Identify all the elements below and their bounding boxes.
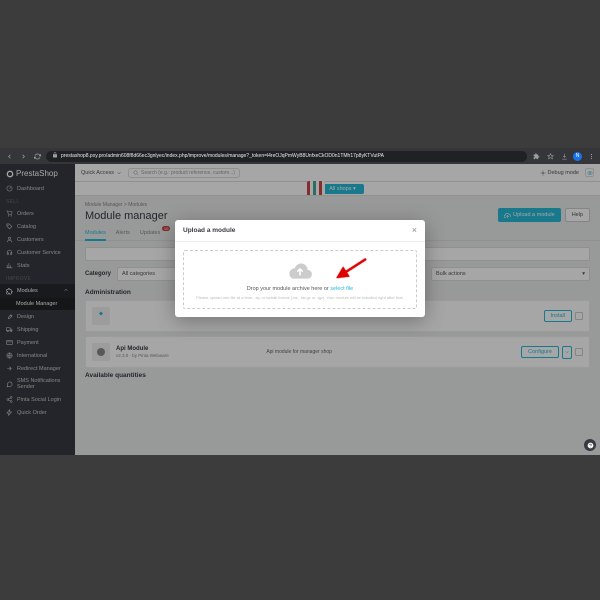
browser-toolbar: prestashop8.pxy.pro/admin608f8d66ec3gnly… [0,148,600,164]
reload-icon[interactable] [32,151,42,161]
url-text: prestashop8.pxy.pro/admin608f8d66ec3gnly… [61,153,384,159]
profile-avatar[interactable]: N [573,152,582,161]
url-bar[interactable]: prestashop8.pxy.pro/admin608f8d66ec3gnly… [46,151,527,162]
drop-zone-help: Please upload one file at a time, .zip o… [190,295,410,300]
drop-zone[interactable]: Drop your module archive here or select … [183,250,417,309]
ps-assistant-icon[interactable] [584,439,596,451]
lock-icon [52,152,58,160]
star-icon[interactable] [545,151,555,161]
back-icon[interactable] [4,151,14,161]
cloud-upload-icon [190,261,410,283]
close-icon[interactable]: × [412,226,417,235]
upload-modal: Upload a module × Drop your module archi… [175,220,425,317]
select-file-link[interactable]: select file [330,286,353,292]
modal-overlay[interactable]: Upload a module × Drop your module archi… [0,164,600,455]
kebab-icon[interactable] [586,151,596,161]
drop-zone-text: Drop your module archive here or select … [190,286,410,292]
modal-title: Upload a module [183,227,235,234]
forward-icon[interactable] [18,151,28,161]
download-icon[interactable] [559,151,569,161]
extension-icon[interactable] [531,151,541,161]
